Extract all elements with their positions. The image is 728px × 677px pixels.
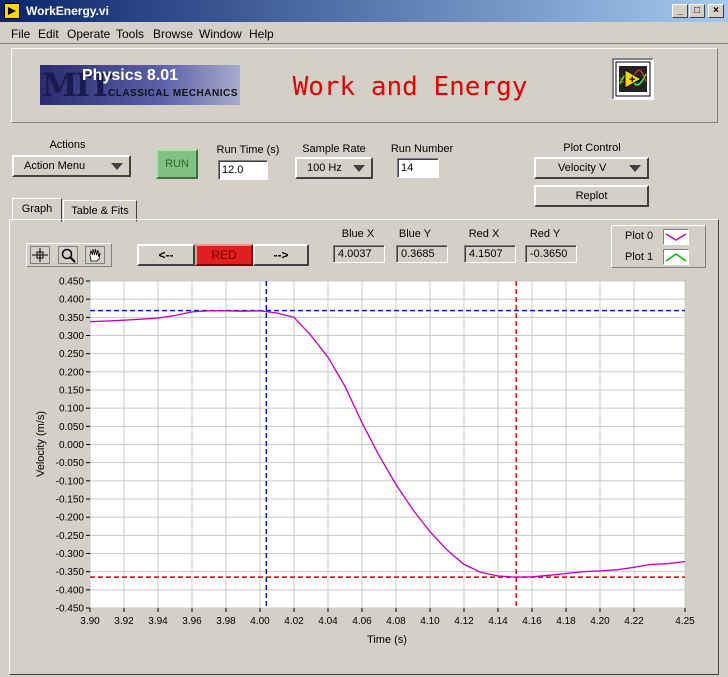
y-tick-label: 0.450 [59,277,84,288]
x-tick-label: 3.92 [114,616,134,627]
menu-browse[interactable]: Browse [153,27,193,41]
run-number-input[interactable]: 14 [397,158,439,178]
x-tick-label: 3.90 [80,616,100,627]
red-y-label: Red Y [529,228,561,240]
blue-y-label: Blue Y [398,228,432,240]
y-axis-label: Velocity (m/s) [35,411,47,477]
plot-control-dropdown[interactable]: Velocity V [534,157,649,179]
logo-subtitle: CLASSICAL MECHANICS [108,88,238,99]
x-tick-label: 4.22 [624,616,644,627]
y-tick-label: -0.250 [56,531,85,542]
pan-hand-icon[interactable] [85,246,105,264]
x-tick-label: 4.10 [420,616,440,627]
window-title: WorkEnergy.vi [26,4,109,18]
menu-edit[interactable]: Edit [38,27,59,41]
actions-menu-value: Action Menu [24,160,86,172]
graph-palette [26,243,112,267]
x-tick-label: 4.08 [386,616,406,627]
run-time-input[interactable]: 12.0 [218,160,268,180]
x-tick-label: 4.06 [352,616,372,627]
mit-physics-logo: MIT Physics 8.01 CLASSICAL MECHANICS [40,65,240,105]
y-tick-label: 0.400 [59,295,84,306]
close-button[interactable]: × [708,4,724,18]
x-tick-label: 4.00 [250,616,270,627]
run-number-label: Run Number [390,143,454,155]
y-tick-label: -0.400 [56,585,85,596]
cursor-select-red-button[interactable]: RED [195,244,253,266]
x-tick-label: 4.18 [556,616,576,627]
y-tick-label: 0.300 [59,331,84,342]
y-tick-label: 0.050 [59,422,84,433]
y-tick-label: 0.150 [59,386,84,397]
legend-plot1-swatch[interactable] [663,249,689,265]
actions-label: Actions [49,139,86,151]
vi-icon-graphic: + [615,61,651,97]
x-tick-label: 4.12 [454,616,474,627]
y-tick-label: -0.150 [56,495,85,506]
blue-x-label: Blue X [341,228,375,240]
minimize-button[interactable]: _ [672,4,688,18]
x-axis-label: Time (s) [367,634,407,646]
x-tick-label: 4.20 [590,616,610,627]
cursor-left-button[interactable]: <-- [137,244,195,266]
title-bar: WorkEnergy.vi _ □ × [0,0,728,22]
y-tick-label: -0.200 [56,513,85,524]
menu-file[interactable]: File [11,27,30,41]
legend-plot1-label: Plot 1 [625,251,654,263]
crosshair-tool-icon[interactable] [30,246,50,264]
y-tick-label: -0.450 [56,604,85,615]
red-x-readout: 4.1507 [464,245,516,263]
menu-bar: File Edit Operate Tools Browse Window He… [0,22,728,44]
x-tick-label: 4.04 [318,616,338,627]
blue-y-readout: 0.3685 [396,245,448,263]
vi-icon: + [612,58,654,100]
blue-x-readout: 4.0037 [333,245,385,263]
y-tick-label: 0.350 [59,313,84,324]
run-button[interactable]: RUN [156,149,198,179]
sample-rate-label: Sample Rate [302,143,366,155]
plot-legend: Plot 0 Plot 1 [611,225,706,268]
replot-button[interactable]: Replot [534,185,649,207]
legend-plot0-label: Plot 0 [625,230,654,242]
y-tick-label: 0.200 [59,367,84,378]
x-tick-label: 3.98 [216,616,236,627]
labview-app-icon [4,3,20,19]
chevron-down-icon [353,165,365,172]
chevron-down-icon [629,165,641,172]
plot-control-label: Plot Control [563,142,621,154]
x-tick-label: 4.16 [522,616,542,627]
menu-tools[interactable]: Tools [116,27,144,41]
y-tick-label: -0.050 [56,458,85,469]
actions-menu-dropdown[interactable]: Action Menu [12,155,131,177]
menu-window[interactable]: Window [199,27,242,41]
x-tick-label: 4.25 [675,616,695,627]
x-tick-label: 4.02 [284,616,304,627]
y-tick-label: 0.000 [59,440,84,451]
menu-operate[interactable]: Operate [67,27,110,41]
x-tick-label: 3.96 [182,616,202,627]
y-tick-label: -0.300 [56,549,85,560]
logo-title: Physics 8.01 [82,67,179,84]
y-tick-label: 0.100 [59,404,84,415]
app-title: Work and Energy [292,72,528,102]
y-tick-label: 0.250 [59,349,84,360]
chevron-down-icon [111,163,123,170]
x-tick-label: 3.94 [148,616,168,627]
run-time-label: Run Time (s) [216,144,280,156]
maximize-button[interactable]: □ [689,4,705,18]
menu-help[interactable]: Help [249,27,274,41]
y-tick-label: -0.100 [56,476,85,487]
svg-text:+: + [629,74,635,86]
y-tick-label: -0.350 [56,567,85,578]
cursor-right-button[interactable]: --> [253,244,309,266]
zoom-tool-icon[interactable] [58,246,78,264]
x-tick-label: 4.14 [488,616,508,627]
legend-plot0-swatch[interactable] [663,229,689,245]
plot-control-value: Velocity V [558,162,607,174]
red-x-label: Red X [468,228,500,240]
sample-rate-value: 100 Hz [307,162,342,174]
velocity-graph[interactable]: 0.450 0.400 0.350 0.300 0.250 0.200 0.150 0.100… [20,268,705,650]
red-y-readout: -0.3650 [525,245,577,263]
sample-rate-dropdown[interactable]: 100 Hz [295,157,373,179]
